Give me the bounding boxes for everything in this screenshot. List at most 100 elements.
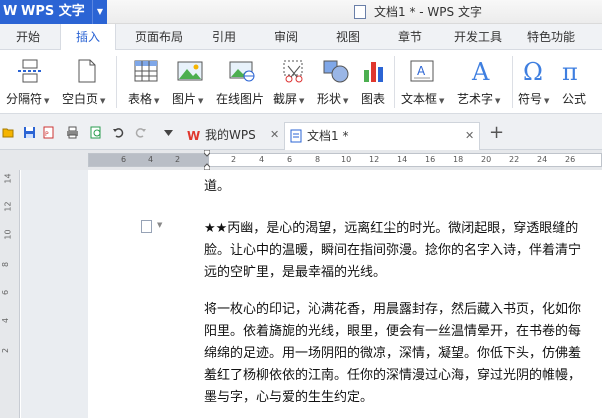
quick-access-dropdown-icon[interactable]	[163, 128, 174, 137]
window-title: 文档1 * - WPS 文字	[374, 5, 482, 19]
menu-tabs: 开始 插入 页面布局 引用 审阅 视图 章节 开发工具 特色功能	[0, 24, 602, 51]
textbox-label: 文本框	[401, 92, 438, 106]
online-picture-icon	[229, 61, 255, 82]
doc-line[interactable]: 羞红了杨柳依依的江南。任你的深情漫过心海，穿过光阴的帷幔，	[204, 365, 602, 388]
svg-text:P: P	[45, 131, 49, 138]
screenshot-label: 截屏	[273, 92, 298, 106]
wordart-icon: A	[471, 58, 490, 84]
wps-logo-icon: W	[187, 129, 200, 142]
document-icon	[290, 129, 302, 143]
blank-page-icon	[78, 59, 96, 83]
app-name: WPS 文字	[21, 4, 85, 19]
page-break-button[interactable]: 分隔符 ▼	[4, 50, 56, 114]
indent-marker-icon[interactable]	[204, 150, 210, 170]
ruler-tick: 14	[397, 155, 408, 164]
redo-icon[interactable]	[134, 126, 147, 139]
blank-page-button[interactable]: 空白页 ▼	[60, 50, 112, 114]
ruler-tick: 24	[537, 155, 548, 164]
app-menu-dropdown-icon[interactable]: ▼	[92, 0, 107, 24]
tab-insert[interactable]: 插入	[60, 24, 116, 51]
chart-button[interactable]: 图表	[358, 50, 392, 114]
symbol-button[interactable]: Ω 符号 ▼	[514, 50, 554, 114]
textbox-button[interactable]: A 文本框 ▼	[398, 50, 450, 114]
tab-section[interactable]: 章节	[384, 24, 436, 50]
tab-home[interactable]: 开始	[0, 24, 56, 50]
ruler-tick: 20	[481, 155, 492, 164]
close-icon[interactable]: ✕	[270, 122, 279, 148]
svg-text:W: W	[187, 129, 200, 142]
ruler-tick: 2	[1, 347, 11, 354]
tab-review[interactable]: 审阅	[260, 24, 312, 50]
tab-my-wps[interactable]: W 我的WPS ✕	[183, 122, 283, 150]
svg-text:A: A	[417, 64, 426, 78]
ribbon-separator	[512, 56, 513, 108]
ruler-tick: 4	[1, 317, 11, 324]
doc-line[interactable]: 脸。让心中的温暖，瞬间在指间弥漫。捻你的名字入诗，伴着清宁	[204, 240, 602, 263]
ruler-tick: 10	[341, 155, 352, 164]
close-icon[interactable]: ✕	[465, 123, 474, 149]
tab-document1[interactable]: 文档1 * ✕	[284, 122, 480, 150]
doc-line[interactable]: 远的空旷里，是最幸福的光线。	[204, 262, 602, 285]
ruler-tick: 2	[175, 155, 181, 164]
doc-line[interactable]: 绵绵的足迹。用一场阴阳的微凉，深情，凝望。你低下头，仿佛羞	[204, 343, 602, 366]
horizontal-ruler[interactable]: 6 4 2 2 4 6 8 10 12 14 16 18 20 22 24 26	[88, 153, 602, 167]
svg-text:Ω: Ω	[523, 58, 543, 84]
export-pdf-icon[interactable]: P	[43, 126, 56, 139]
ruler-tick: 10	[3, 229, 13, 240]
online-picture-label: 在线图片	[216, 92, 265, 106]
tab-features[interactable]: 特色功能	[518, 24, 584, 50]
shapes-button[interactable]: 形状 ▼	[316, 50, 358, 114]
paragraph-layout-icon[interactable]	[141, 220, 152, 233]
ruler-tick: 18	[453, 155, 464, 164]
app-menu-button[interactable]: W WPS 文字 ▼	[0, 0, 107, 24]
tab-view[interactable]: 视图	[322, 24, 374, 50]
doc-line[interactable]: 阳里。依着旖旎的光线，眼里，便会有一丝温情晕开，在书卷的每	[204, 321, 602, 344]
ribbon-separator	[394, 56, 395, 108]
chevron-down-icon[interactable]: ▼	[157, 221, 162, 229]
tab-references[interactable]: 引用	[198, 24, 250, 50]
screenshot-button[interactable]: 截屏 ▼	[272, 50, 316, 114]
ruler-tick: 4	[148, 155, 154, 164]
page-break-icon	[18, 59, 42, 83]
save-icon[interactable]	[23, 126, 36, 139]
doc-line[interactable]: 墨与字，心与爱的生生约定。	[204, 387, 602, 410]
new-tab-plus-icon[interactable]: +	[489, 124, 504, 142]
online-picture-button[interactable]: 在线图片	[214, 50, 270, 114]
doc-line[interactable]: 道。	[204, 176, 602, 199]
picture-button[interactable]: 图片 ▼	[168, 50, 214, 114]
tab-my-wps-label: 我的WPS	[205, 128, 256, 142]
undo-icon[interactable]	[112, 126, 125, 139]
pi-icon: π	[562, 58, 578, 84]
doc-line[interactable]: 将一枚心的印记，沁满花香，用晨露封存，然后藏入书页，化如你	[204, 299, 602, 322]
table-icon	[134, 60, 158, 82]
open-folder-icon[interactable]	[2, 126, 15, 139]
wordart-button[interactable]: A 艺术字 ▼	[454, 50, 510, 114]
chart-icon	[364, 62, 383, 82]
ruler-tick: 16	[425, 155, 436, 164]
picture-icon	[177, 61, 203, 81]
tab-developer[interactable]: 开发工具	[446, 24, 510, 50]
ruler-tick: 12	[369, 155, 380, 164]
tab-page-layout[interactable]: 页面布局	[126, 24, 192, 50]
blank-page-label: 空白页	[62, 92, 99, 106]
print-icon[interactable]	[66, 126, 79, 139]
wps-logo-icon: W	[3, 4, 18, 19]
vertical-ruler[interactable]: 14 12 10 8 6 4 2	[0, 170, 20, 418]
ruler-tick: 8	[1, 261, 11, 268]
ruler-tick: 12	[3, 201, 13, 212]
table-button[interactable]: 表格 ▼	[122, 50, 168, 114]
doc-line[interactable]: ★★丙幽，是心的渴望，远离红尘的时光。微闭起眼，穿透眼缝的	[204, 218, 602, 241]
formula-button[interactable]: π 公式	[556, 50, 602, 114]
ribbon-insert: 分隔符 ▼ 空白页 ▼ 表格 ▼ 图片 ▼ 在线图片 截屏 ▼ 形状 ▼ 图表 …	[0, 50, 602, 114]
print-preview-icon[interactable]	[90, 126, 103, 139]
document-tab-bar: P W 我的WPS ✕ 文档1 * ✕ +	[0, 114, 602, 150]
ruler-tick: 8	[315, 155, 321, 164]
ruler-tick: 26	[565, 155, 576, 164]
ribbon-separator	[116, 56, 117, 108]
table-label: 表格	[128, 92, 153, 106]
ruler-tick: 6	[1, 289, 11, 296]
symbol-label: 符号	[518, 92, 543, 106]
picture-label: 图片	[172, 92, 197, 106]
page-break-label: 分隔符	[6, 92, 43, 106]
chart-label: 图表	[361, 92, 386, 106]
